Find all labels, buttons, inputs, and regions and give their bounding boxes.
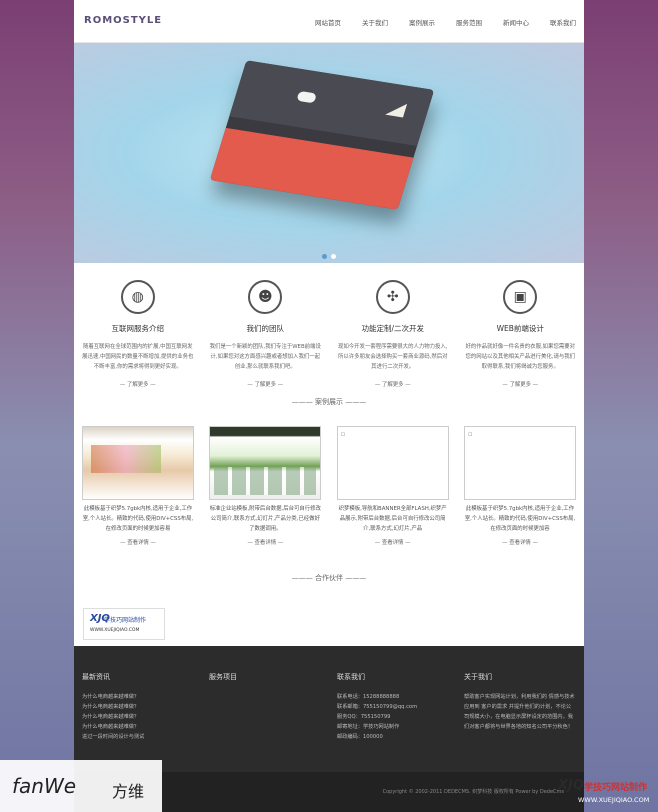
service-title: WEB前端设计 [496, 324, 544, 333]
case-desc: 此模板基于织梦5.7gbk内核,适用于企业,工作室,个人站长。精致的代码,使用D… [82, 506, 194, 532]
fanwe-cn: 方维 [112, 782, 145, 801]
service-desc: 好的作品就好像一件名贵的衣服,如果您需要对您的网站以及其他相关产品进行美化,请与… [465, 344, 576, 370]
footer-services: 服务项目 [209, 672, 329, 682]
service-title: 功能定制/二次开发 [361, 324, 425, 333]
site-footer: 最新资讯 为什么电商越来越难做？ 为什么电商越来越难做？ 为什么电商越来越难做？… [74, 646, 584, 772]
footer-contact-title: 联系我们 [337, 673, 365, 681]
main-nav: 网站首页 关于我们 案例展示 服务范围 新闻中心 联系我们 [294, 17, 576, 27]
xj-url: WWW.XUEJIQIAO.COM [578, 796, 650, 804]
learn-more-link[interactable]: — 了解更多 — [82, 380, 194, 388]
site-header: ROMOSTYLE 网站首页 关于我们 案例展示 服务范围 新闻中心 联系我们 [74, 0, 584, 43]
learn-more-link[interactable]: — 了解更多 — [337, 380, 449, 388]
slider-dot-2[interactable] [331, 254, 336, 259]
view-details-link[interactable]: — 查看详情 — [209, 538, 321, 546]
footer-contact: 联系我们 联系电话：15288888888 联系邮箱：755150799@qq.… [337, 672, 457, 742]
news-link[interactable]: 为什么电商越来越难做？ [82, 692, 202, 702]
hero-banner[interactable] [74, 43, 584, 263]
case-card: 标准企业站模板,附带后台数据,后台可自行修改公司简介,联系方式,幻灯片,产品分类… [209, 426, 322, 546]
footer-about-text: 帮助客户实现网站计划，利用我们的 情感与技术 应用到 客户的需求 并提升他们的计… [464, 694, 575, 730]
globe-icon[interactable]: ◍ [120, 280, 155, 314]
case-thumbnail[interactable] [82, 426, 194, 500]
footer-news: 最新资讯 为什么电商越来越难做？ 为什么电商越来越难做？ 为什么电商越来越难做？… [82, 672, 202, 742]
service-desc: 随着互联网在全球范围内的扩展,中国互联网发展迅速,中国网民的数量不断增加,提供的… [82, 344, 194, 370]
service-title: 我们的团队 [246, 324, 285, 333]
nav-contact[interactable]: 联系我们 [550, 17, 576, 27]
case-thumbnail[interactable]: ▫ [336, 426, 449, 500]
team-icon[interactable]: ☻ [248, 280, 283, 314]
service-title: 互联网服务介绍 [111, 324, 165, 333]
case-desc: 标准企业站模板,附带后台数据,后台可自行修改公司简介,联系方式,幻灯片,产品分类… [209, 506, 321, 532]
partners-section-title: ——— 合作伙伴 ——— [291, 574, 367, 582]
cases-row: 此模板基于织梦5.7gbk内核,适用于企业,工作室,个人站长。精致的代码,使用D… [82, 426, 576, 546]
site-logo[interactable]: ROMOSTYLE [84, 15, 162, 26]
xj-mark: XJQ [558, 778, 584, 793]
xj-cn: 学技巧网站制作 [584, 783, 648, 793]
service-card: ✣ 功能定制/二次开发 现如今开发一套程序需要很大的人力物力投入,所以许多朋友会… [337, 280, 449, 388]
news-link[interactable]: 为什么电商越来越难做？ [82, 712, 202, 722]
footer-services-title: 服务项目 [209, 673, 237, 681]
slider-dot-1[interactable] [322, 254, 327, 259]
service-card: ▣ WEB前端设计 好的作品就好像一件名贵的衣服,如果您需要对您的网站以及其他相… [464, 280, 576, 388]
slider-pagination [74, 254, 584, 259]
case-thumbnail[interactable]: ▫ [463, 426, 576, 500]
case-desc: 此模板基于织梦5.7gbk内核,适用于企业,工作室,个人站长。精致的代码,使用D… [464, 506, 576, 532]
nav-home[interactable]: 网站首页 [315, 17, 341, 27]
footer-news-title: 最新资讯 [82, 673, 110, 681]
service-desc: 我们是一个新颖的团队,我们专注于WEB前端设计,如果您对这方面感兴趣或者想加入我… [209, 344, 321, 370]
partner-name: 学技巧网站制作 [104, 617, 147, 624]
view-details-link[interactable]: — 查看详情 — [82, 538, 194, 546]
contact-email[interactable]: 联系邮箱：755150799@qq.com [337, 702, 457, 712]
learn-more-link[interactable]: — 了解更多 — [209, 380, 321, 388]
cases-section-title: ——— 案例展示 ——— [291, 398, 367, 406]
broken-image-icon: ▫ [467, 430, 473, 438]
case-desc: 织梦模板,导航和BANNER全部FLASH,织梦产品展示,附带后台数据,后台可自… [338, 506, 447, 532]
news-link[interactable]: 为什么电商越来越难做？ [82, 722, 202, 732]
contact-qq: 服务QQ：755150799 [337, 714, 391, 720]
banner-device-image [209, 60, 435, 210]
nav-services[interactable]: 服务范围 [456, 17, 482, 27]
news-link[interactable]: 进过一段时间的设计与测试 [82, 732, 202, 742]
nav-news[interactable]: 新闻中心 [503, 17, 529, 27]
learn-more-link[interactable]: — 了解更多 — [464, 380, 576, 388]
partner-url: WWW.XUEJIQIAO.COM [90, 628, 140, 633]
laptop-icon[interactable]: ▣ [503, 280, 538, 314]
contact-phone: 联系电话：15288888888 [337, 694, 400, 700]
fanwe-watermark: fanWe 方维 [0, 760, 162, 812]
broken-image-icon: ▫ [340, 430, 346, 438]
footer-about: 关于我们 帮助客户实现网站计划，利用我们的 情感与技术 应用到 客户的需求 并提… [464, 672, 576, 732]
case-card: ▫ 织梦模板,导航和BANNER全部FLASH,织梦产品展示,附带后台数据,后台… [336, 426, 449, 546]
contact-address: 邮寄地址：学技巧网站制作 [337, 724, 400, 730]
news-link[interactable]: 为什么电商越来越难做？ [82, 702, 202, 712]
xuejiqiao-watermark: XJQ 学技巧网站制作 WWW.XUEJIQIAO.COM [558, 778, 658, 808]
footer-about-title: 关于我们 [464, 673, 492, 681]
nav-about[interactable]: 关于我们 [362, 17, 388, 27]
fanwe-wordmark: fanWe [12, 774, 77, 798]
view-details-link[interactable]: — 查看详情 — [464, 538, 576, 546]
nav-cases[interactable]: 案例展示 [409, 17, 435, 27]
partner-logo[interactable]: XJQ 学技巧网站制作 WWW.XUEJIQIAO.COM [83, 608, 165, 640]
page-container: ROMOSTYLE 网站首页 关于我们 案例展示 服务范围 新闻中心 联系我们 … [74, 0, 584, 812]
case-thumbnail[interactable] [209, 426, 322, 500]
contact-postcode: 邮政编码：100000 [337, 734, 383, 740]
services-row: ◍ 互联网服务介绍 随着互联网在全球范围内的扩展,中国互联网发展迅速,中国网民的… [74, 280, 584, 388]
case-card: 此模板基于织梦5.7gbk内核,适用于企业,工作室,个人站长。精致的代码,使用D… [82, 426, 194, 546]
case-card: ▫ 此模板基于织梦5.7gbk内核,适用于企业,工作室,个人站长。精致的代码,使… [463, 426, 576, 546]
compress-icon[interactable]: ✣ [375, 280, 410, 314]
copyright-text: Copyright © 2002-2011 DEDECMS. 织梦科技 版权所有… [382, 789, 564, 795]
service-card: ◍ 互联网服务介绍 随着互联网在全球范围内的扩展,中国互联网发展迅速,中国网民的… [82, 280, 194, 388]
service-desc: 现如今开发一套程序需要很大的人力物力投入,所以许多朋友会选择购买一套商业源码,然… [337, 344, 448, 370]
view-details-link[interactable]: — 查看详情 — [337, 538, 449, 546]
service-card: ☻ 我们的团队 我们是一个新颖的团队,我们专注于WEB前端设计,如果您对这方面感… [209, 280, 321, 388]
